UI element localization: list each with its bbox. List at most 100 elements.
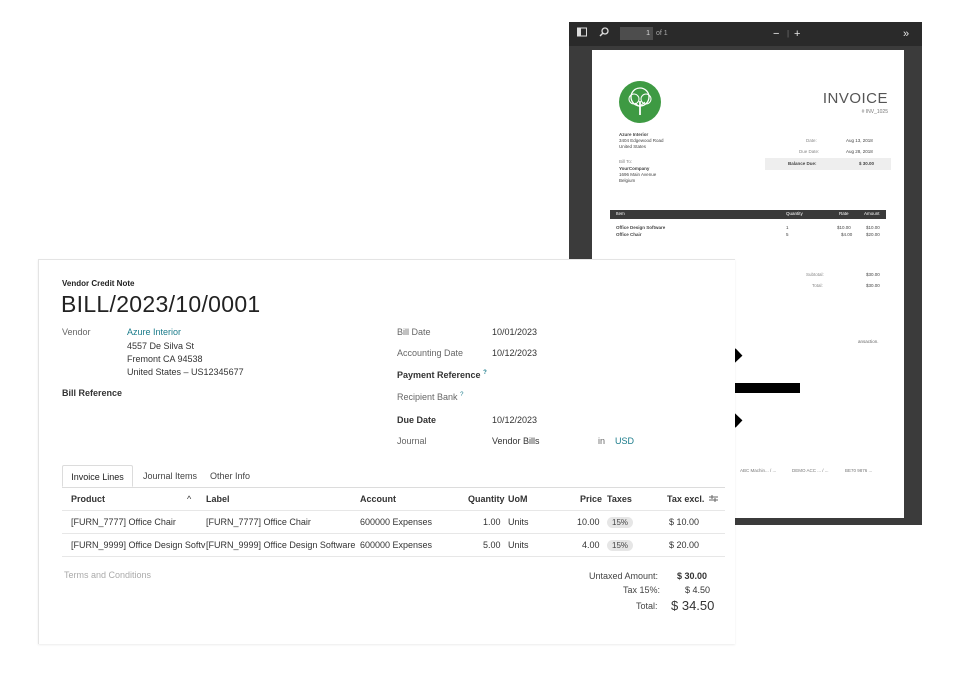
total-label: Total:: [812, 283, 823, 288]
line-quantity[interactable]: 1.00: [483, 517, 501, 528]
page-number-input[interactable]: 1: [620, 27, 653, 40]
column-taxes[interactable]: Taxes: [607, 494, 632, 505]
items-col-amount: Amount: [864, 211, 880, 216]
currency-field[interactable]: USD: [615, 436, 634, 447]
tax-badge[interactable]: 15%: [607, 517, 634, 528]
items-row-qty: 5: [786, 232, 789, 237]
line-price[interactable]: 4.00: [582, 540, 600, 551]
items-col-quantity: Quantity: [786, 211, 803, 216]
balance-due-label: Balance Due:: [788, 161, 817, 166]
vendor-bill-form: Vendor Credit Note BILL/2023/10/0001 Ven…: [38, 259, 735, 644]
subtotal-label: Subtotal:: [806, 272, 824, 277]
items-col-item: Item: [616, 211, 625, 216]
accounting-date-field[interactable]: 10/12/2023: [492, 348, 537, 359]
line-product[interactable]: [FURN_7777] Office Chair: [71, 517, 176, 528]
help-icon[interactable]: ?: [460, 392, 463, 398]
zoom-out-button[interactable]: −: [773, 27, 779, 41]
line-account[interactable]: 600000 Expenses: [360, 540, 432, 551]
journal-field[interactable]: Vendor Bills: [492, 436, 540, 447]
invoice-due-label: Due Date:: [799, 149, 820, 154]
bill-date-field[interactable]: 10/01/2023: [492, 327, 537, 338]
column-tax-excl[interactable]: Tax excl.: [667, 494, 704, 505]
table-divider: [62, 533, 725, 534]
tab-journal-items[interactable]: Journal Items: [137, 465, 203, 487]
recipient-bank-label: Recipient Bank ?: [397, 390, 463, 403]
column-account[interactable]: Account: [360, 494, 396, 505]
vendor-name-link[interactable]: Azure Interior: [127, 327, 181, 338]
items-row-rate: $4.00: [841, 232, 853, 237]
total-amount-value: $ 34.50: [671, 598, 715, 613]
footer-col-3: BE70 9876 ...: [845, 468, 873, 473]
vendor-address-line: 4557 De Silva St: [127, 341, 195, 351]
footer-col-2: DEMO ACC ... / ...: [792, 468, 829, 473]
journal-label: Journal: [397, 436, 427, 446]
total-value: $30.00: [866, 283, 880, 288]
items-row-rate: $10.00: [837, 225, 851, 230]
pdf-toolbar: 1 of 1 − | + »: [569, 22, 922, 46]
untaxed-amount-value: $ 30.00: [677, 571, 708, 581]
column-quantity[interactable]: Quantity: [468, 494, 505, 505]
sidebar-toggle-icon[interactable]: [577, 27, 587, 41]
line-uom[interactable]: Units: [508, 540, 529, 551]
untaxed-amount-label: Untaxed Amount:: [589, 571, 659, 581]
invoice-title: INVOICE: [822, 90, 888, 107]
zoom-in-button[interactable]: +: [794, 27, 800, 41]
payment-reference-label: Payment Reference ?: [397, 368, 487, 381]
invoice-date-label: Date:: [806, 138, 817, 143]
line-label[interactable]: [FURN_9999] Office Design Software: [206, 540, 355, 551]
line-account[interactable]: 600000 Expenses: [360, 517, 432, 528]
line-price[interactable]: 10.00: [577, 517, 600, 528]
column-label[interactable]: Label: [206, 494, 230, 505]
balance-due-value: $ 30.00: [859, 161, 875, 166]
accounting-date-label: Accounting Date: [397, 348, 464, 358]
due-date-label: Due Date: [397, 415, 437, 425]
line-subtotal: $ 10.00: [669, 517, 700, 527]
line-uom[interactable]: Units: [508, 517, 529, 528]
items-row-qty: 1: [786, 225, 789, 230]
column-uom[interactable]: UoM: [508, 494, 528, 505]
terms-and-conditions-input[interactable]: Terms and Conditions: [64, 570, 151, 581]
items-row-item: Office Chair: [616, 232, 642, 237]
table-divider: [62, 556, 725, 557]
vendor-label: Vendor: [62, 327, 91, 337]
terms-fragment: ansaction.: [858, 339, 879, 344]
sort-chevron-up-icon[interactable]: ^: [187, 494, 191, 505]
in-label: in: [598, 436, 606, 446]
footer-col-1: ABC Machin... / ...: [740, 468, 777, 473]
table-divider: [62, 510, 725, 511]
bill-to-label: Bill To:: [619, 159, 633, 164]
column-settings-icon[interactable]: [709, 494, 718, 506]
items-row-amount: $20.00: [866, 232, 880, 237]
payment-reference-text: Payment Reference: [397, 370, 481, 380]
column-product[interactable]: Product: [71, 494, 105, 505]
company-country: United States: [619, 144, 647, 149]
form-tabs: Invoice Lines Journal Items Other Info: [62, 465, 725, 488]
balance-due-box: Balance Due: $ 30.00: [765, 158, 891, 170]
bill-date-label: Bill Date: [397, 327, 431, 337]
subtotal-value: $30.00: [866, 272, 880, 277]
due-date-field[interactable]: 10/12/2023: [492, 415, 537, 426]
search-icon[interactable]: [599, 27, 609, 41]
items-col-rate: Rate: [839, 211, 849, 216]
tab-other-info[interactable]: Other Info: [205, 465, 255, 487]
invoice-number: # INV_1025: [861, 109, 888, 115]
line-product[interactable]: [FURN_9999] Office Design Softv: [71, 540, 205, 551]
items-row-item: Office Design Software: [616, 225, 666, 230]
document-name: BILL/2023/10/0001: [61, 291, 261, 317]
line-quantity[interactable]: 5.00: [483, 540, 501, 551]
more-tools-button[interactable]: »: [903, 27, 909, 41]
line-label[interactable]: [FURN_7777] Office Chair: [206, 517, 311, 528]
page-total: of 1: [656, 30, 668, 37]
tax-badge[interactable]: 15%: [607, 540, 634, 551]
bill-reference-label: Bill Reference: [62, 388, 123, 398]
vendor-address-line: United States – US12345677: [127, 367, 244, 377]
total-label: Total:: [636, 601, 658, 611]
tax-amount-value: $ 4.50: [685, 585, 711, 595]
help-icon[interactable]: ?: [483, 370, 487, 376]
tree-logo-icon: [619, 81, 661, 123]
document-type: Vendor Credit Note: [62, 279, 135, 288]
items-table-header: Item Quantity Rate Amount: [610, 210, 886, 219]
column-price[interactable]: Price: [580, 494, 602, 505]
line-subtotal: $ 20.00: [669, 540, 700, 550]
tab-invoice-lines[interactable]: Invoice Lines: [62, 465, 133, 487]
